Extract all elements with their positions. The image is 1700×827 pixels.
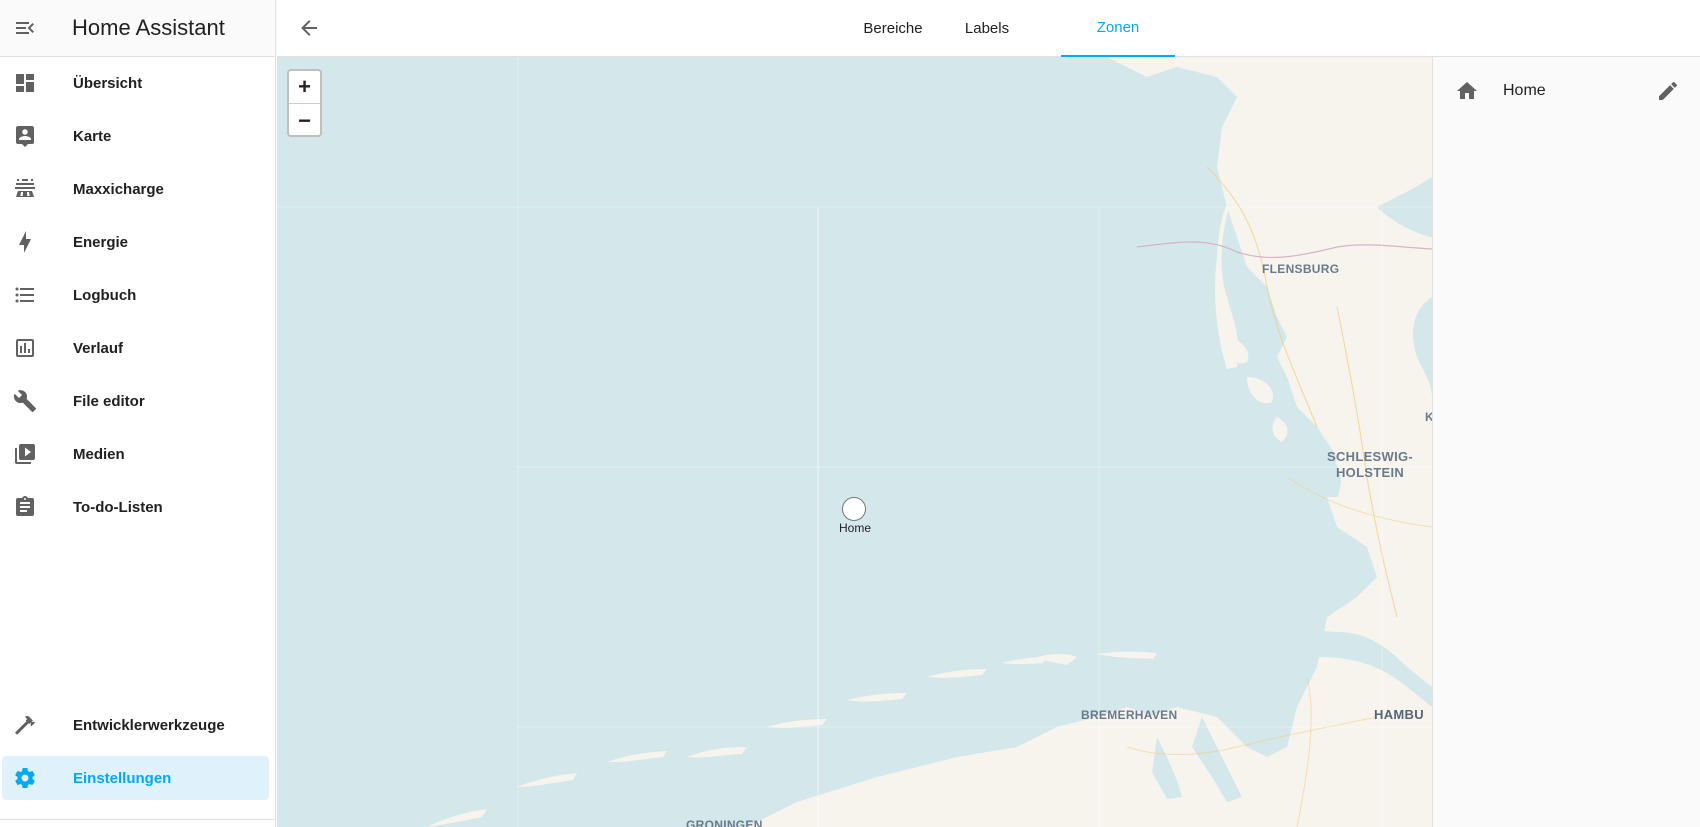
menu-open-icon xyxy=(16,22,34,34)
map-tiles xyxy=(277,57,1432,827)
sidebar-item-label: Logbuch xyxy=(73,286,137,304)
sidebar-item-medien[interactable]: Medien xyxy=(2,432,269,476)
zoom-control: + − xyxy=(287,69,322,137)
sidebar-divider xyxy=(0,819,275,820)
place-label: GRONINGEN xyxy=(686,818,763,827)
edit-zone-button[interactable] xyxy=(1654,77,1682,105)
play-box-multiple-icon xyxy=(2,432,48,476)
place-label: HAMBU xyxy=(1374,707,1424,722)
sidebar-item-label: Karte xyxy=(73,127,112,145)
wrench-icon xyxy=(2,379,48,423)
cog-icon xyxy=(2,756,48,800)
home-icon xyxy=(1455,79,1479,103)
tab-zonen[interactable]: Zonen xyxy=(1061,0,1175,57)
sidebar-item-label: Entwicklerwerkzeuge xyxy=(73,716,225,734)
place-label: SCHLESWIG- HOLSTEIN xyxy=(1327,449,1414,480)
account-box-icon xyxy=(2,114,48,158)
lightning-bolt-icon xyxy=(2,220,48,264)
format-list-icon xyxy=(2,273,48,317)
hammer-icon xyxy=(2,703,48,747)
solar-panel-icon xyxy=(2,167,48,211)
zone-map[interactable]: + − FLENSBURG SCHLESWIG- HOLSTEIN BREMER… xyxy=(277,57,1432,827)
place-label: BREMERHAVEN xyxy=(1081,708,1178,722)
sidebar-item-energie[interactable]: Energie xyxy=(2,220,269,264)
sidebar-item-settings[interactable]: Einstellungen xyxy=(2,756,269,800)
zone-list-panel: Home xyxy=(1432,57,1700,827)
zone-list-item[interactable]: Home xyxy=(1433,69,1700,113)
sidebar-item-label: File editor xyxy=(73,392,145,410)
sidebar-header: Home Assistant xyxy=(0,0,275,57)
arrow-left-icon xyxy=(301,20,317,36)
sidebar-item-todo[interactable]: To-do-Listen xyxy=(2,485,269,529)
sidebar-item-maxxicharge[interactable]: Maxxicharge xyxy=(2,167,269,211)
zone-marker-home[interactable] xyxy=(842,497,866,521)
zoom-out-button[interactable]: − xyxy=(289,104,320,137)
app-title: Home Assistant xyxy=(72,15,225,40)
tab-labels[interactable]: Labels xyxy=(945,0,1029,57)
sidebar-item-label: Verlauf xyxy=(73,339,124,357)
sidebar-bottom-nav: Entwicklerwerkzeuge Einstellungen xyxy=(0,703,275,809)
pencil-icon xyxy=(1659,81,1678,100)
sidebar-item-label: Einstellungen xyxy=(73,769,172,787)
sidebar-item-file-editor[interactable]: File editor xyxy=(2,379,269,423)
sidebar-item-label: Energie xyxy=(73,233,129,251)
sidebar-item-uebersicht[interactable]: Übersicht xyxy=(2,61,269,105)
clipboard-list-icon xyxy=(2,485,48,529)
place-label: FLENSBURG xyxy=(1262,262,1340,276)
place-label: K xyxy=(1425,410,1432,424)
sidebar-item-karte[interactable]: Karte xyxy=(2,114,269,158)
dashboard-icon xyxy=(2,61,48,105)
chart-box-icon xyxy=(2,326,48,370)
sidebar-item-label: Maxxicharge xyxy=(73,180,164,198)
zone-marker-label: Home xyxy=(838,521,871,535)
sidebar-item-logbuch[interactable]: Logbuch xyxy=(2,273,269,317)
sidebar-item-label: Medien xyxy=(73,445,125,463)
sidebar-nav: Übersicht Karte Maxxicharge Energie Logb… xyxy=(0,61,275,538)
sidebar: Home Assistant Übersicht Karte Maxxichar… xyxy=(0,0,276,827)
zoom-in-button[interactable]: + xyxy=(289,71,320,104)
zone-name: Home xyxy=(1503,82,1546,99)
sidebar-item-verlauf[interactable]: Verlauf xyxy=(2,326,269,370)
tab-bereiche[interactable]: Bereiche xyxy=(841,0,945,57)
sidebar-item-label: Übersicht xyxy=(73,74,143,92)
sidebar-item-developer-tools[interactable]: Entwicklerwerkzeuge xyxy=(2,703,269,747)
sidebar-item-label: To-do-Listen xyxy=(73,498,163,516)
top-app-bar: Bereiche Labels Zonen xyxy=(277,0,1700,57)
back-button[interactable] xyxy=(289,8,329,48)
menu-toggle-button[interactable] xyxy=(0,0,50,57)
